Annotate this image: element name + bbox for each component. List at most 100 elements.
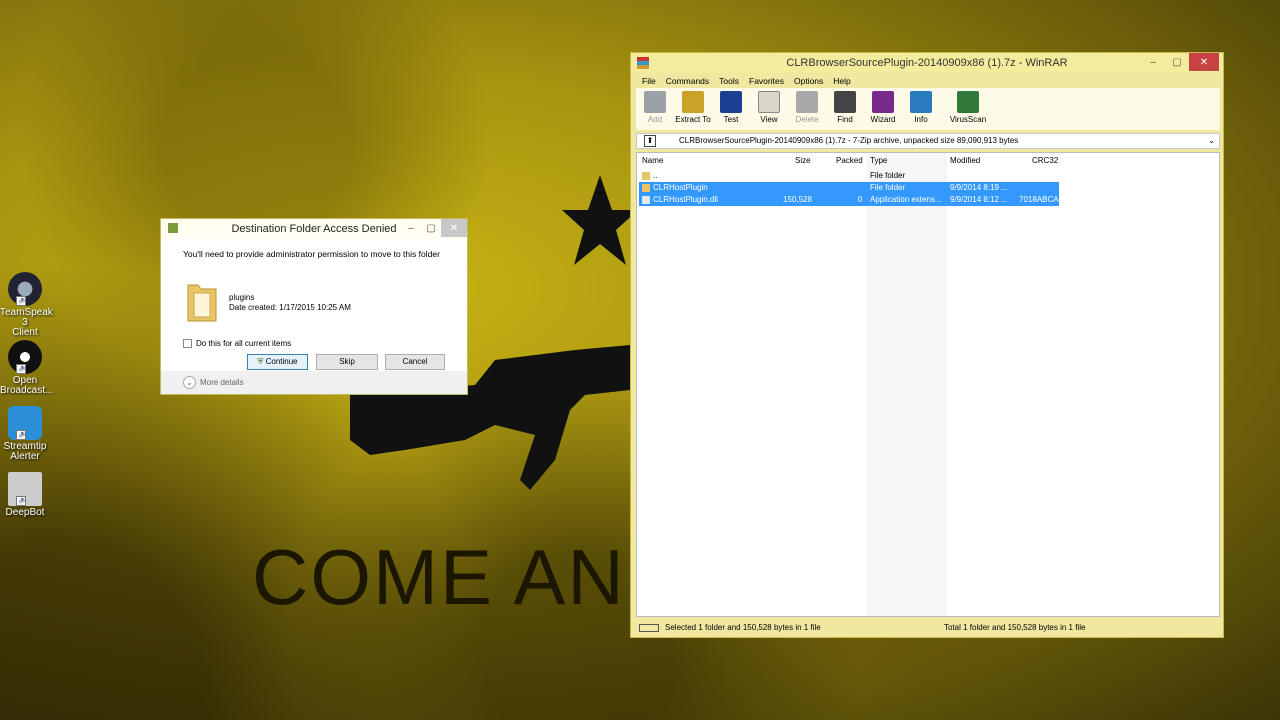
find-button[interactable]: Find — [826, 88, 864, 130]
desktop-icon-streamtip[interactable]: ↗ Streamtip Alerter — [0, 406, 50, 462]
col-crc32[interactable]: CRC32 — [1032, 156, 1058, 165]
binoculars-icon — [834, 91, 856, 113]
cell-type: File folder — [870, 183, 906, 192]
test-icon — [720, 91, 742, 113]
tool-label: Test — [723, 115, 739, 124]
archive-path: CLRBrowserSourcePlugin-20140909x86 (1).7… — [679, 136, 1019, 145]
up-folder-icon[interactable]: ⬆ — [644, 135, 656, 147]
access-denied-dialog: Destination Folder Access Denied – ▢ ✕ Y… — [160, 218, 468, 395]
close-icon[interactable]: ✕ — [1189, 53, 1219, 71]
minimize-icon[interactable]: – — [401, 219, 421, 237]
tool-label: View — [760, 115, 778, 124]
desktop-icon-label: DeepBot — [5, 507, 45, 518]
col-name[interactable]: Name — [642, 156, 663, 165]
deepbot-icon: ↗ — [8, 472, 42, 506]
folder-icon — [642, 172, 650, 180]
wizard-button[interactable]: Wizard — [864, 88, 902, 130]
close-icon[interactable]: ✕ — [441, 219, 467, 237]
status-total: Total 1 folder and 150,528 bytes in 1 fi… — [944, 623, 1086, 632]
desktop-icon-label: Client — [12, 327, 38, 338]
desktop-icon-label: Alerter — [10, 451, 40, 462]
apply-all-checkbox[interactable]: Do this for all current items — [183, 339, 291, 348]
menu-file[interactable]: File — [637, 73, 661, 89]
checkbox-label: Do this for all current items — [196, 339, 292, 348]
cell-packed: 0 — [858, 195, 863, 204]
dialog-app-icon — [168, 223, 178, 233]
menubar: File Commands Tools Favorites Options He… — [637, 73, 856, 89]
obs-icon: ↗ — [8, 340, 42, 374]
list-header: Name Size Packed Type Modified CRC32 — [637, 153, 1219, 167]
menu-favorites[interactable]: Favorites — [744, 73, 789, 89]
folder-icon — [642, 184, 650, 192]
cell-name: .. — [653, 171, 658, 180]
cell-size: 150,528 — [783, 195, 812, 204]
desktop-icon-label: TeamSpeak 3 — [0, 307, 53, 328]
teamspeak-icon: ↗ — [8, 272, 42, 306]
chevron-down-icon[interactable]: ⌄ — [1208, 134, 1215, 148]
drive-key-icon — [639, 624, 659, 632]
cell-name: CLRHostPlugin.dll — [653, 195, 718, 204]
desktop-icon-teamspeak[interactable]: ↗ TeamSpeak 3 Client — [0, 272, 53, 338]
winrar-title: CLRBrowserSourcePlugin-20140909x86 (1).7… — [786, 57, 1068, 69]
extract-icon — [682, 91, 704, 113]
col-packed[interactable]: Packed — [836, 156, 863, 165]
winrar-app-icon — [637, 57, 649, 69]
folder-name: plugins — [229, 293, 255, 302]
dialog-footer: ⌄ More details — [161, 371, 467, 394]
toolbar: Add Extract To Test View Delete Find Wiz… — [636, 88, 1220, 130]
tool-label: Add — [647, 115, 663, 124]
virusscan-icon — [957, 91, 979, 113]
col-type[interactable]: Type — [870, 156, 887, 165]
table-row[interactable]: CLRHostPlugin File folder 9/9/2014 8:19 … — [639, 182, 1059, 194]
col-modified[interactable]: Modified — [950, 156, 980, 165]
desktop-icon-deepbot[interactable]: ↗ DeepBot — [0, 472, 50, 518]
table-row[interactable]: CLRHostPlugin.dll 150,528 0 Application … — [639, 194, 1059, 206]
cell-type: Application extens... — [870, 195, 942, 204]
uac-shield-icon: ⛨ — [257, 357, 264, 366]
cell-modified: 9/9/2014 8:19 ... — [950, 183, 1008, 192]
menu-help[interactable]: Help — [828, 73, 855, 89]
test-button[interactable]: Test — [712, 88, 750, 130]
delete-button[interactable]: Delete — [788, 88, 826, 130]
desktop-icon-obs[interactable]: ↗ Open Broadcast... — [0, 340, 54, 396]
cell-modified: 9/9/2014 8:12 ... — [950, 195, 1008, 204]
add-button[interactable]: Add — [636, 88, 674, 130]
continue-button[interactable]: ⛨ Continue — [247, 354, 308, 370]
folder-date: Date created: 1/17/2015 10:25 AM — [229, 303, 351, 312]
tool-label: VirusScan — [949, 115, 987, 124]
sorted-column-highlight — [867, 153, 947, 616]
virusscan-button[interactable]: VirusScan — [944, 88, 992, 130]
minimize-icon[interactable]: – — [1141, 53, 1165, 71]
maximize-icon[interactable]: ▢ — [1165, 53, 1189, 71]
continue-label: Continue — [265, 357, 298, 366]
delete-icon — [796, 91, 818, 113]
maximize-icon: ▢ — [426, 223, 436, 234]
folder-icon — [187, 284, 217, 322]
table-row[interactable]: .. File folder — [639, 170, 1059, 182]
wizard-icon — [872, 91, 894, 113]
status-selected: Selected 1 folder and 150,528 bytes in 1… — [665, 623, 821, 632]
status-bar: Selected 1 folder and 150,528 bytes in 1… — [631, 620, 1223, 636]
tool-label: Find — [837, 115, 853, 124]
menu-commands[interactable]: Commands — [661, 73, 714, 89]
tool-label: Delete — [795, 115, 819, 124]
menu-options[interactable]: Options — [789, 73, 828, 89]
tool-label: Extract To — [675, 115, 711, 124]
col-size[interactable]: Size — [795, 156, 811, 165]
extract-to-button[interactable]: Extract To — [674, 88, 712, 130]
desktop-icon-label: Broadcast... — [0, 385, 54, 396]
checkbox-box[interactable] — [183, 339, 192, 348]
address-bar[interactable]: ⬆ CLRBrowserSourcePlugin-20140909x86 (1)… — [636, 133, 1220, 149]
chevron-down-icon[interactable]: ⌄ — [183, 376, 196, 389]
info-button[interactable]: Info — [902, 88, 940, 130]
view-button[interactable]: View — [750, 88, 788, 130]
cell-name: CLRHostPlugin — [653, 183, 708, 192]
winrar-titlebar[interactable]: CLRBrowserSourcePlugin-20140909x86 (1).7… — [631, 53, 1223, 73]
info-icon — [910, 91, 932, 113]
dialog-titlebar[interactable]: Destination Folder Access Denied – ▢ ✕ — [161, 219, 467, 239]
menu-tools[interactable]: Tools — [714, 73, 744, 89]
skip-button[interactable]: Skip — [316, 354, 378, 370]
cancel-button[interactable]: Cancel — [385, 354, 445, 370]
file-list[interactable]: Name Size Packed Type Modified CRC32 .. … — [636, 152, 1220, 617]
more-details-link[interactable]: More details — [200, 378, 244, 387]
